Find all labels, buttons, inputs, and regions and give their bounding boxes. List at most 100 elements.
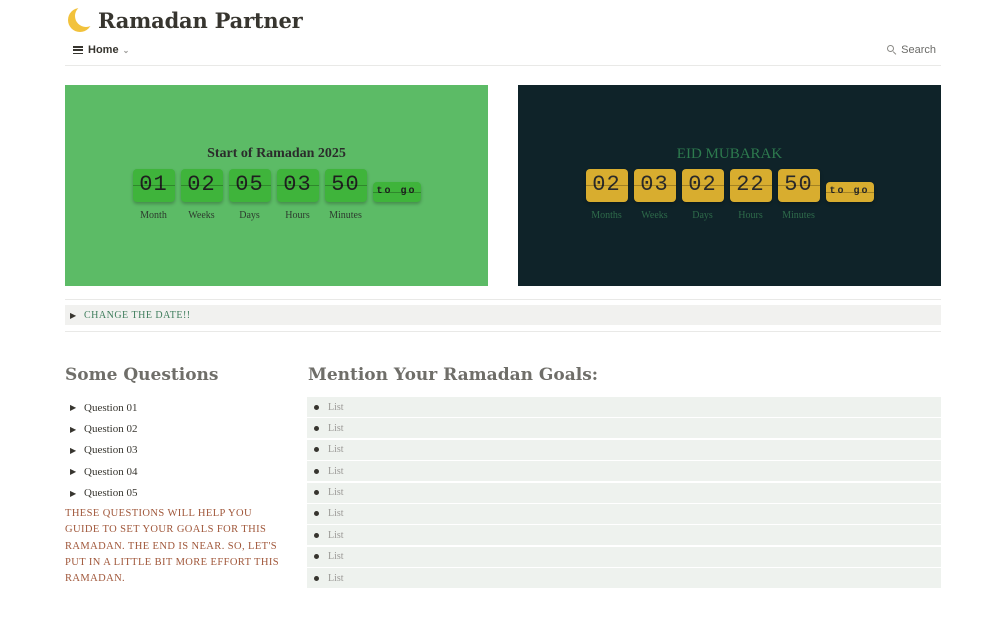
countdown-unit-label: Weeks <box>641 210 668 221</box>
home-label: Home <box>88 44 119 56</box>
countdown-unit-label: Minutes <box>329 210 362 221</box>
questions-list: ▶ Question 01 ▶ Question 02 ▶ Question 0… <box>65 397 285 504</box>
countdown-unit-month: 01 Month <box>132 169 175 221</box>
countdown-digit: 05 <box>228 169 271 202</box>
triangle-right-icon[interactable]: ▶ <box>70 446 84 455</box>
list-item[interactable]: List <box>307 482 941 503</box>
questions-note: THESE QUESTIONS WILL HELP YOU GUIDE TO S… <box>65 508 279 585</box>
question-label: Question 02 <box>84 423 138 436</box>
countdown-unit-label: Weeks <box>188 210 215 221</box>
eid-countdown-widget: EID MUBARAK 02 Months 03 Weeks 02 Days 2… <box>518 85 941 286</box>
ramadan-countdown-widget: Start of Ramadan 2025 01 Month 02 Weeks … <box>65 85 488 286</box>
goals-list: List List List List List List List List … <box>307 397 941 590</box>
countdown-unit-hours: 03 Hours <box>276 169 319 221</box>
change-date-toggle[interactable]: ▶ CHANGE THE DATE!! <box>65 305 941 325</box>
countdown-unit-label: Minutes <box>782 210 815 221</box>
question-label: Question 01 <box>84 401 138 414</box>
list-item[interactable]: List <box>307 503 941 524</box>
search-label: Search <box>901 44 936 56</box>
question-toggle[interactable]: ▶ Question 05 <box>65 483 285 504</box>
search-button[interactable]: Search <box>887 44 936 56</box>
question-toggle[interactable]: ▶ Question 03 <box>65 440 285 461</box>
top-navigation: Home ⌄ Search <box>65 42 941 66</box>
countdown-unit-label: Days <box>692 210 713 221</box>
list-item-text[interactable]: List <box>328 466 344 477</box>
question-toggle[interactable]: ▶ Question 02 <box>65 418 285 439</box>
crescent-moon-icon <box>65 5 97 35</box>
countdown-digit: 02 <box>585 169 628 202</box>
countdown-unit-days: 05 Days <box>228 169 271 221</box>
to-go-badge: to go <box>372 182 421 202</box>
list-item-text[interactable]: List <box>328 551 344 562</box>
divider <box>65 299 941 300</box>
triangle-right-icon[interactable]: ▶ <box>70 425 84 434</box>
list-item-text[interactable]: List <box>328 423 344 434</box>
list-icon <box>73 46 83 54</box>
countdown-unit-label: Months <box>591 210 622 221</box>
countdown-digit: 02 <box>180 169 223 202</box>
toggle-label: CHANGE THE DATE!! <box>84 309 191 321</box>
countdown-unit-minutes: 50 Minutes <box>777 169 820 221</box>
countdown-unit-hours: 22 Hours <box>729 169 772 221</box>
countdown-counter: 01 Month 02 Weeks 05 Days 03 Hours 50 Mi… <box>65 169 488 221</box>
chevron-down-icon[interactable]: ⌄ <box>123 46 130 55</box>
list-item[interactable]: List <box>307 546 941 567</box>
list-item-text[interactable]: List <box>328 573 344 584</box>
to-go-wrapper: to go <box>825 169 874 221</box>
question-label: Question 03 <box>84 444 138 457</box>
countdown-digit: 02 <box>681 169 724 202</box>
divider <box>65 331 941 332</box>
bullet-icon <box>314 490 319 496</box>
list-item[interactable]: List <box>307 439 941 460</box>
countdown-digit: 50 <box>324 169 367 202</box>
list-item[interactable]: List <box>307 418 941 439</box>
triangle-right-icon[interactable]: ▶ <box>70 489 84 498</box>
list-item[interactable]: List <box>307 568 941 589</box>
list-item-text[interactable]: List <box>328 487 344 498</box>
to-go-wrapper: to go <box>372 169 421 221</box>
countdown-title: Start of Ramadan 2025 <box>207 146 346 161</box>
countdown-unit-days: 02 Days <box>681 169 724 221</box>
goals-heading: Mention Your Ramadan Goals: <box>308 365 599 385</box>
question-toggle[interactable]: ▶ Question 04 <box>65 461 285 482</box>
page-header: Ramadan Partner <box>65 4 303 36</box>
list-item-text[interactable]: List <box>328 444 344 455</box>
countdown-digit: 50 <box>777 169 820 202</box>
countdown-digit: 03 <box>276 169 319 202</box>
countdown-unit-months: 02 Months <box>585 169 628 221</box>
countdown-digit: 01 <box>132 169 175 202</box>
triangle-right-icon[interactable]: ▶ <box>70 311 84 320</box>
questions-heading: Some Questions <box>65 365 219 385</box>
countdown-unit-weeks: 03 Weeks <box>633 169 676 221</box>
countdown-unit-weeks: 02 Weeks <box>180 169 223 221</box>
home-view-tab[interactable]: Home ⌄ <box>73 44 129 56</box>
triangle-right-icon[interactable]: ▶ <box>70 403 84 412</box>
countdown-title: EID MUBARAK <box>676 146 783 162</box>
list-item-text[interactable]: List <box>328 530 344 541</box>
bullet-icon <box>314 468 319 474</box>
list-item-text[interactable]: List <box>328 402 344 413</box>
bullet-icon <box>314 425 319 431</box>
bullet-icon <box>314 575 319 581</box>
triangle-right-icon[interactable]: ▶ <box>70 467 84 476</box>
bullet-icon <box>314 554 319 560</box>
list-item[interactable]: List <box>307 461 941 482</box>
countdown-unit-label: Days <box>239 210 260 221</box>
bullet-icon <box>314 447 319 453</box>
bullet-icon <box>314 532 319 538</box>
countdown-unit-label: Month <box>140 210 167 221</box>
question-label: Question 04 <box>84 465 138 478</box>
list-item-text[interactable]: List <box>328 508 344 519</box>
list-item[interactable]: List <box>307 525 941 546</box>
countdown-unit-minutes: 50 Minutes <box>324 169 367 221</box>
countdown-counter: 02 Months 03 Weeks 02 Days 22 Hours 50 M… <box>518 169 941 221</box>
list-item[interactable]: List <box>307 397 941 417</box>
countdown-unit-label: Hours <box>285 210 310 221</box>
search-icon <box>887 45 897 55</box>
countdown-digit: 03 <box>633 169 676 202</box>
page-title: Ramadan Partner <box>98 7 303 33</box>
question-toggle[interactable]: ▶ Question 01 <box>65 397 285 418</box>
to-go-badge: to go <box>825 182 874 202</box>
question-label: Question 05 <box>84 487 138 500</box>
countdown-unit-label: Hours <box>738 210 763 221</box>
